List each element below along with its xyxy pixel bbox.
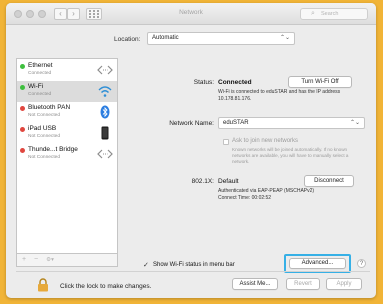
search-input[interactable]: ⌕ Search: [300, 8, 368, 20]
network-name-select[interactable]: eduSTAR ⌃⌄: [218, 117, 365, 129]
status-dot-red: [20, 106, 25, 111]
ipad-icon: [101, 126, 109, 140]
chevron-updown-icon: ⌃⌄: [279, 35, 290, 41]
zoom-window-button[interactable]: [38, 10, 46, 18]
service-name: Wi-Fi: [28, 83, 44, 90]
location-value: Automatic: [152, 35, 179, 41]
status-dot-green: [20, 64, 25, 69]
lock-icon[interactable]: [36, 278, 50, 292]
service-name: Bluetooth PAN: [28, 104, 71, 111]
status-dot-red: [20, 127, 25, 132]
advanced-button[interactable]: Advanced...: [289, 258, 346, 269]
network-name-label: Network Name:: [169, 120, 214, 127]
service-item-bluetooth-pan[interactable]: Bluetooth PAN Not Connected: [17, 102, 117, 123]
wifi-detail-pane: Status: Connected Turn Wi-Fi Off Wi-Fi i…: [128, 58, 370, 273]
service-status: Not Connected: [28, 134, 60, 139]
dot1x-connect-time: Connect Time: 00:02:52: [218, 195, 272, 201]
service-actions-gear-button[interactable]: ⚙▾: [43, 255, 57, 265]
remove-service-button[interactable]: −: [31, 255, 41, 265]
service-name: iPad USB: [28, 125, 57, 132]
service-status: Connected: [28, 92, 52, 97]
dot1x-label: 802.1X:: [191, 178, 214, 185]
search-placeholder: Search: [321, 11, 339, 17]
service-list-toolbar: + − ⚙▾: [16, 254, 118, 267]
grid-icon: [89, 10, 99, 18]
status-value: Connected: [218, 79, 252, 86]
ask-to-join-checkbox[interactable]: [223, 139, 229, 145]
service-name: Ethernet: [28, 62, 53, 69]
turn-wifi-off-button[interactable]: Turn Wi-Fi Off: [288, 76, 352, 88]
service-item-wifi[interactable]: Wi-Fi Connected: [17, 81, 117, 102]
show-wifi-status-label: Show Wi-Fi status in menu bar: [153, 262, 235, 268]
forward-button[interactable]: ›: [67, 8, 80, 20]
dot1x-auth-note: Authenticated via EAP-PEAP (MSCHAPv2): [218, 188, 315, 194]
status-label: Status:: [193, 79, 214, 86]
location-label: Location:: [114, 36, 141, 43]
service-status: Connected: [28, 71, 52, 76]
assist-me-button[interactable]: Assist Me...: [232, 278, 278, 290]
chevron-updown-icon: ⌃⌄: [349, 120, 360, 126]
thunderbolt-arrows-icon: [97, 149, 113, 159]
status-dot-green: [20, 85, 25, 90]
network-name-value: eduSTAR: [223, 120, 249, 126]
status-dot-red: [20, 148, 25, 153]
lock-message: Click the lock to make changes.: [60, 283, 152, 290]
disconnect-button[interactable]: Disconnect: [304, 175, 354, 187]
dot1x-value: Default: [218, 178, 239, 185]
window-title: Network: [179, 9, 203, 16]
titlebar: ‹ › Network ⌕ Search: [6, 3, 376, 25]
service-item-ipad-usb[interactable]: iPad USB Not Connected: [17, 123, 117, 144]
show-wifi-checkmark-icon[interactable]: ✓: [143, 261, 149, 269]
bottom-divider: [16, 271, 370, 272]
service-name: Thunde...t Bridge: [28, 146, 78, 153]
wifi-icon: [98, 86, 112, 97]
bluetooth-icon: [100, 105, 110, 119]
add-service-button[interactable]: +: [19, 255, 29, 265]
network-preferences-window: ‹ › Network ⌕ Search Location: Automatic…: [6, 3, 376, 298]
revert-button[interactable]: Revert: [286, 278, 320, 290]
service-item-ethernet[interactable]: Ethernet Connected: [17, 60, 117, 81]
service-item-thunderbolt-bridge[interactable]: Thunde...t Bridge Not Connected: [17, 144, 117, 165]
ask-to-join-note: Known networks will be joined automatica…: [232, 147, 349, 164]
minimize-window-button[interactable]: [26, 10, 34, 18]
ask-to-join-label: Ask to join new networks: [232, 138, 299, 144]
search-icon: ⌕: [311, 10, 315, 17]
service-status: Not Connected: [28, 113, 60, 118]
ethernet-arrows-icon: [97, 65, 113, 75]
back-button[interactable]: ‹: [54, 8, 67, 20]
close-window-button[interactable]: [14, 10, 22, 18]
apply-button[interactable]: Apply: [326, 278, 362, 290]
status-note: Wi-Fi is connected to eduSTAR and has th…: [218, 89, 341, 102]
show-all-grid-button[interactable]: [86, 8, 102, 20]
service-list: Ethernet Connected Wi-Fi Connected Bluet…: [16, 58, 118, 254]
location-select[interactable]: Automatic ⌃⌄: [147, 32, 295, 45]
service-status: Not Connected: [28, 155, 60, 160]
help-button[interactable]: ?: [357, 259, 366, 268]
